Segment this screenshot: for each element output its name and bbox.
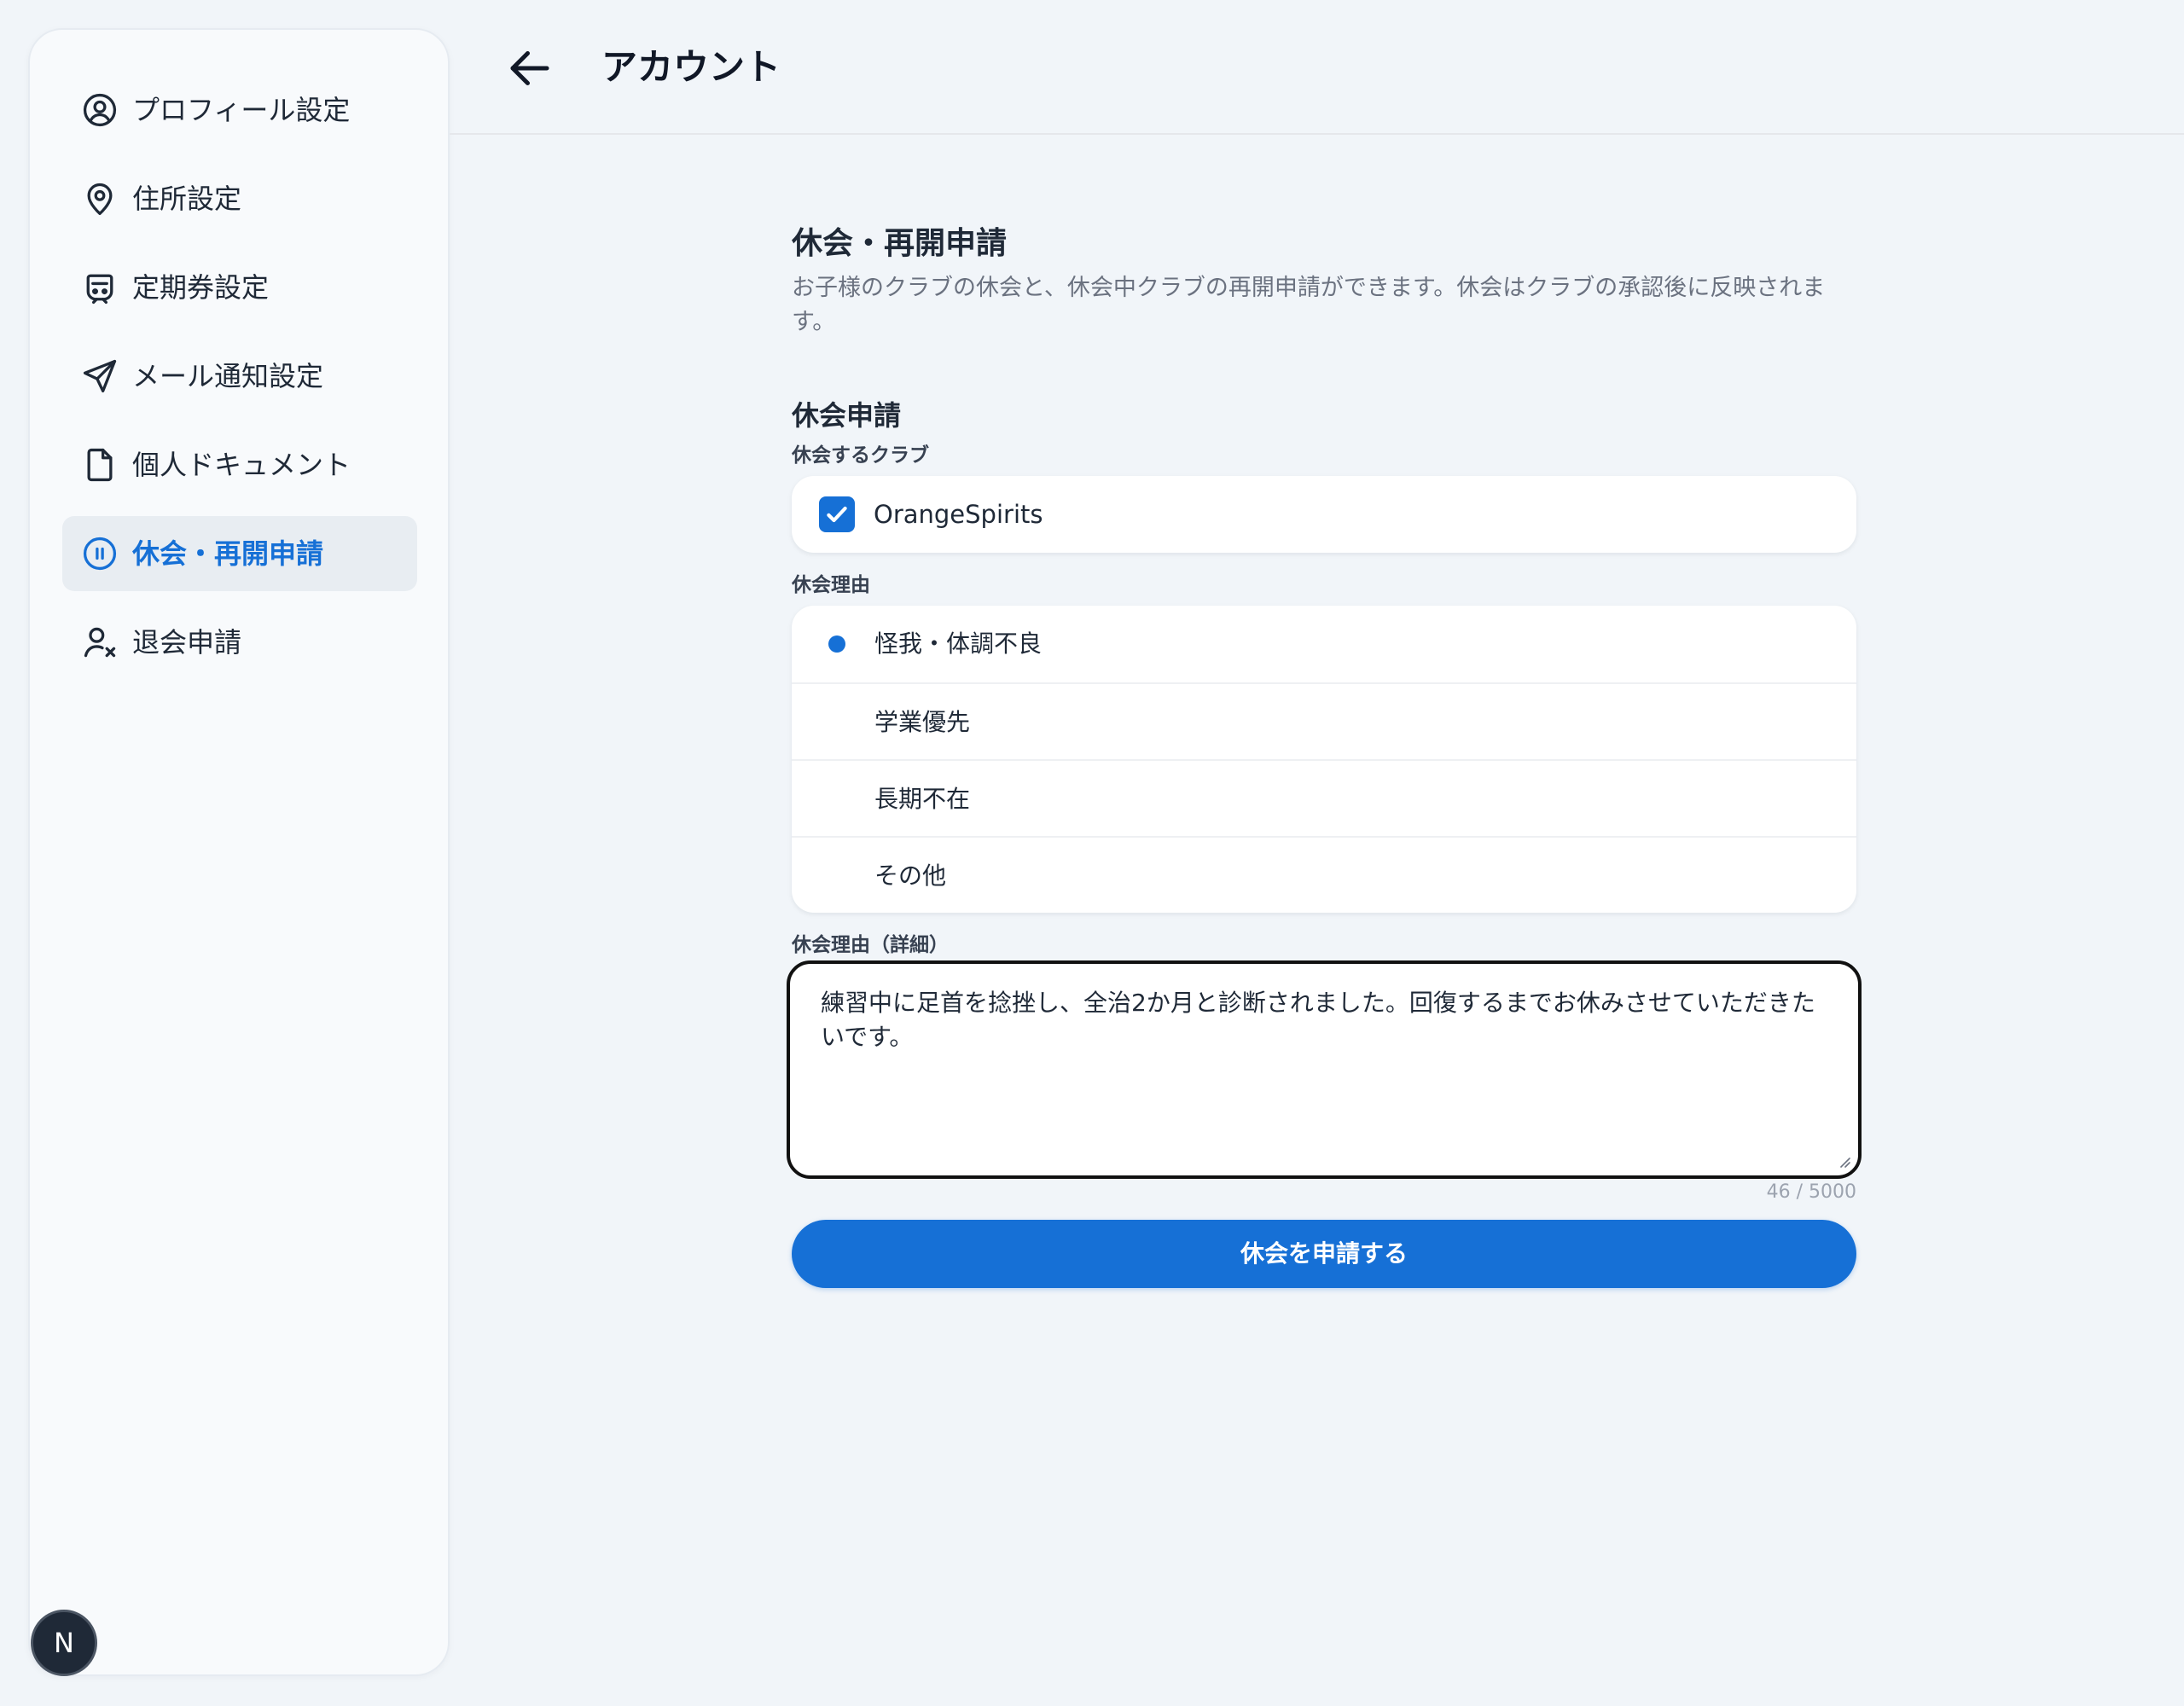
commuter-pass-icon — [81, 269, 119, 306]
sidebar-item-label: プロフィール設定 — [132, 94, 351, 126]
reason-detail-textarea[interactable]: 練習中に足首を捻挫し、全治2か月と診断されました。回復するまでお休みさせていただ… — [787, 960, 1862, 1179]
reason-option-label: その他 — [874, 862, 947, 890]
char-count: 46 / 5000 — [1766, 1181, 1856, 1203]
reason-option-study[interactable]: 学業優先 — [792, 682, 1856, 759]
reason-field-label: 休会理由 — [792, 574, 870, 596]
reason-detail-value: 練習中に足首を捻挫し、全治2か月と診断されました。回復するまでお休みさせていただ… — [821, 989, 1815, 1051]
user-x-icon — [81, 624, 119, 661]
sidebar-item-suspend-resume[interactable]: 休会・再開申請 — [62, 516, 417, 591]
submit-suspend-button[interactable]: 休会を申請する — [792, 1220, 1856, 1288]
reason-option-long-absence[interactable]: 長期不在 — [792, 759, 1856, 836]
sidebar-item-label: 定期券設定 — [132, 271, 270, 304]
sidebar-item-commuter-pass[interactable]: 定期券設定 — [62, 250, 417, 325]
club-checkbox[interactable] — [819, 496, 855, 532]
user-circle-icon — [81, 91, 119, 129]
sidebar-item-withdraw[interactable]: 退会申請 — [62, 605, 417, 680]
map-pin-icon — [81, 180, 119, 218]
sidebar-item-documents[interactable]: 個人ドキュメント — [62, 427, 417, 502]
club-option[interactable]: OrangeSpirits — [792, 476, 1856, 553]
pause-circle-icon — [81, 535, 119, 572]
detail-field-label: 休会理由（詳細） — [792, 934, 949, 956]
back-button[interactable] — [504, 43, 555, 94]
dev-badge[interactable]: N — [31, 1610, 97, 1676]
sidebar-item-address[interactable]: 住所設定 — [62, 161, 417, 236]
document-icon — [81, 446, 119, 484]
reason-option-injury[interactable]: 怪我・体調不良 — [792, 606, 1856, 682]
reason-option-label: 怪我・体調不良 — [874, 630, 1043, 658]
main-content: 休会・再開申請 お子様のクラブの休会と、休会中クラブの再開申請ができます。休会は… — [787, 222, 1862, 1288]
check-icon — [827, 506, 847, 523]
reason-option-other[interactable]: その他 — [792, 836, 1856, 913]
reason-option-label: 長期不在 — [874, 785, 971, 813]
section-description: お子様のクラブの休会と、休会中クラブの再開申請ができます。休会はクラブの承認後に… — [792, 275, 1826, 335]
reason-radio-group: 怪我・体調不良 学業優先 長期不在 その他 — [792, 606, 1856, 913]
suspend-section-title: 休会申請 — [792, 399, 902, 432]
arrow-left-icon — [510, 51, 549, 85]
sidebar-item-label: 住所設定 — [132, 183, 242, 215]
page-title: アカウント — [601, 46, 781, 88]
sidebar-item-label: 休会・再開申請 — [132, 537, 324, 570]
sidebar-item-label: メール通知設定 — [132, 360, 324, 392]
sidebar-item-profile[interactable]: プロフィール設定 — [62, 73, 417, 148]
reason-option-label: 学業優先 — [874, 708, 971, 736]
club-field-label: 休会するクラブ — [792, 444, 929, 467]
resize-handle-icon[interactable] — [1836, 1153, 1851, 1169]
sidebar: プロフィール設定 住所設定 定期券設定 メール通知設定 個人ドキュメント 休会・… — [28, 28, 450, 1676]
sidebar-item-email-notification[interactable]: メール通知設定 — [62, 339, 417, 414]
section-title: 休会・再開申請 — [792, 226, 1008, 261]
send-icon — [81, 357, 119, 395]
sidebar-item-label: 退会申請 — [132, 626, 242, 659]
radio-selected-indicator — [828, 635, 845, 653]
header: アカウント — [450, 0, 2184, 135]
sidebar-item-label: 個人ドキュメント — [132, 449, 351, 481]
club-name: OrangeSpirits — [874, 500, 1043, 529]
